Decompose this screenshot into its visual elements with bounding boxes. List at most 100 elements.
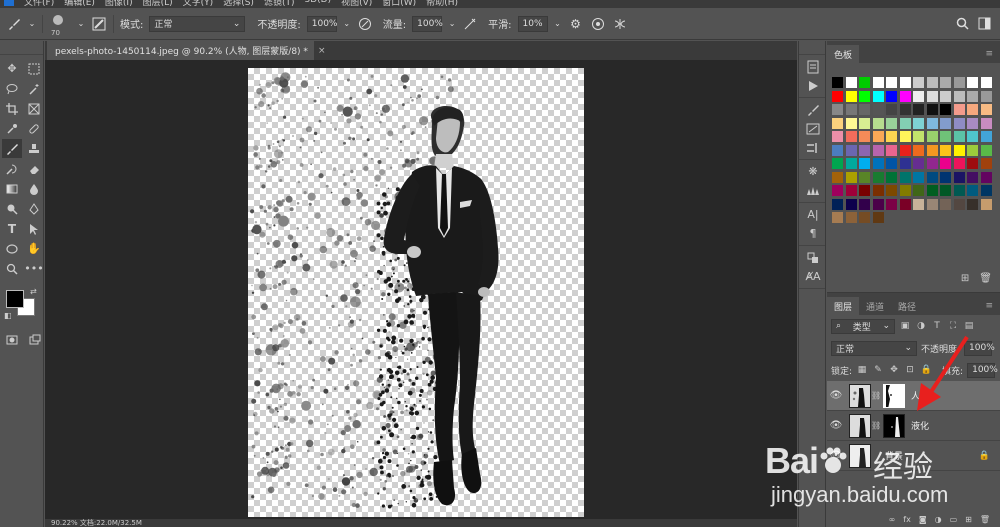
paragraph-panel-icon[interactable]: ¶ <box>799 224 827 243</box>
new-swatch-icon[interactable]: ⊞ <box>961 273 969 284</box>
blend-mode-select[interactable]: 正常 ⌄ <box>831 340 917 356</box>
color-swatch[interactable] <box>899 144 911 156</box>
lock-transparent-icon[interactable]: ▦ <box>856 364 868 376</box>
healing-brush-tool-icon[interactable] <box>24 119 44 138</box>
panel-menu-icon[interactable]: ≡ <box>978 297 1000 315</box>
color-swatch[interactable] <box>913 171 924 183</box>
quick-mask-icon[interactable] <box>4 330 21 349</box>
chevron-down-icon[interactable]: ⌄ <box>343 16 351 32</box>
chevron-down-icon[interactable]: ⌄ <box>554 16 562 32</box>
document-tab[interactable]: pexels-photo-1450114.jpeg @ 90.2% (人物, 图… <box>47 41 325 60</box>
color-swatch[interactable] <box>940 77 951 88</box>
link-layers-icon[interactable]: ∞ <box>889 515 896 527</box>
layer-row[interactable]: 👁 ⛓ 液化 <box>827 411 1000 441</box>
default-colors-icon[interactable]: ◧ <box>4 311 12 320</box>
color-swatch[interactable] <box>940 198 951 210</box>
color-swatch[interactable] <box>980 104 992 115</box>
panel-grip[interactable] <box>0 41 43 55</box>
color-swatch[interactable] <box>980 185 992 196</box>
color-swatch[interactable] <box>845 104 857 115</box>
color-swatch[interactable] <box>832 77 843 88</box>
tab-swatches[interactable]: 色板 <box>827 45 860 63</box>
more-tools-icon[interactable]: ••• <box>24 259 44 278</box>
brush-settings-icon[interactable] <box>91 16 107 32</box>
menu-3d[interactable]: 3D(D) <box>304 0 331 8</box>
color-swatch[interactable] <box>832 90 843 102</box>
color-swatch[interactable] <box>899 185 911 196</box>
color-swatch[interactable] <box>872 144 884 156</box>
color-swatch[interactable] <box>845 117 857 129</box>
color-swatch[interactable] <box>926 158 938 169</box>
color-swatch[interactable] <box>913 90 924 102</box>
color-swatch[interactable] <box>886 144 897 156</box>
color-swatch[interactable] <box>886 77 897 88</box>
hand-tool-icon[interactable]: ✋ <box>24 239 44 258</box>
pressure-opacity-icon[interactable] <box>357 16 373 32</box>
color-swatch[interactable] <box>913 104 924 115</box>
color-swatch[interactable] <box>953 198 965 210</box>
brush-tool-icon[interactable] <box>2 139 22 158</box>
color-swatch[interactable] <box>967 171 978 183</box>
layer-style-icon[interactable]: fx <box>903 515 911 527</box>
color-swatch[interactable] <box>886 104 897 115</box>
color-swatch[interactable] <box>872 90 884 102</box>
color-swatch[interactable] <box>886 117 897 129</box>
color-swatch[interactable] <box>980 198 992 210</box>
chevron-down-icon[interactable]: ⌄ <box>77 16 85 32</box>
color-swatch[interactable] <box>953 90 965 102</box>
add-mask-icon[interactable]: ◙ <box>919 515 927 527</box>
color-swatch[interactable] <box>967 198 978 210</box>
chevron-down-icon[interactable]: ⌄ <box>448 16 456 32</box>
color-swatch[interactable] <box>980 144 992 156</box>
color-swatch[interactable] <box>967 158 978 169</box>
color-swatch[interactable] <box>872 104 884 115</box>
pen-tool-icon[interactable] <box>24 199 44 218</box>
color-swatch[interactable] <box>832 212 843 223</box>
panel-menu-icon[interactable]: ≡ <box>978 45 1000 63</box>
color-swatch[interactable] <box>899 77 911 88</box>
dodge-tool-icon[interactable] <box>2 199 22 218</box>
color-swatch[interactable] <box>940 171 951 183</box>
menu-window[interactable]: 窗口(W) <box>382 0 416 8</box>
color-swatch[interactable] <box>845 212 857 223</box>
color-swatch[interactable] <box>926 131 938 142</box>
color-swatch[interactable] <box>872 158 884 169</box>
color-swatch[interactable] <box>980 158 992 169</box>
magic-wand-tool-icon[interactable] <box>24 79 44 98</box>
color-swatch[interactable] <box>967 131 978 142</box>
mask-link-icon[interactable]: ⛓ <box>871 421 881 430</box>
color-swatch[interactable] <box>899 158 911 169</box>
color-swatch[interactable] <box>926 144 938 156</box>
color-swatch[interactable] <box>832 104 843 115</box>
color-swatch[interactable] <box>953 104 965 115</box>
color-swatch[interactable] <box>859 77 870 88</box>
color-swatch[interactable] <box>980 171 992 183</box>
styles-panel-icon[interactable] <box>799 181 827 200</box>
new-layer-icon[interactable]: ⊞ <box>965 515 972 527</box>
crop-tool-icon[interactable] <box>2 99 22 118</box>
layer-mask-thumbnail[interactable] <box>883 413 905 438</box>
color-swatch[interactable] <box>845 158 857 169</box>
actions-panel-icon[interactable] <box>799 76 827 95</box>
color-swatch[interactable] <box>886 171 897 183</box>
color-swatch[interactable] <box>940 104 951 115</box>
color-swatch[interactable] <box>913 131 924 142</box>
opacity-input[interactable]: 100% <box>306 15 337 32</box>
color-swatch[interactable] <box>967 77 978 88</box>
symmetry-icon[interactable] <box>612 16 628 32</box>
color-swatch[interactable] <box>940 185 951 196</box>
menu-filter[interactable]: 滤镜(T) <box>264 0 295 8</box>
color-swatch[interactable] <box>899 104 911 115</box>
brush-preset-picker[interactable]: 70 <box>49 13 71 37</box>
visibility-eye-icon[interactable]: 👁 <box>827 390 845 401</box>
adjustments-panel-icon[interactable]: ❋ <box>799 162 827 181</box>
history-panel-icon[interactable] <box>799 57 827 76</box>
brush-settings-panel-icon[interactable] <box>799 119 827 138</box>
color-swatch[interactable] <box>872 117 884 129</box>
character-panel-icon[interactable]: A| <box>799 205 827 224</box>
color-swatch[interactable] <box>940 131 951 142</box>
color-swatch[interactable] <box>859 158 870 169</box>
color-swatch[interactable] <box>845 77 857 88</box>
color-swatch[interactable] <box>913 185 924 196</box>
color-swatch[interactable] <box>859 171 870 183</box>
